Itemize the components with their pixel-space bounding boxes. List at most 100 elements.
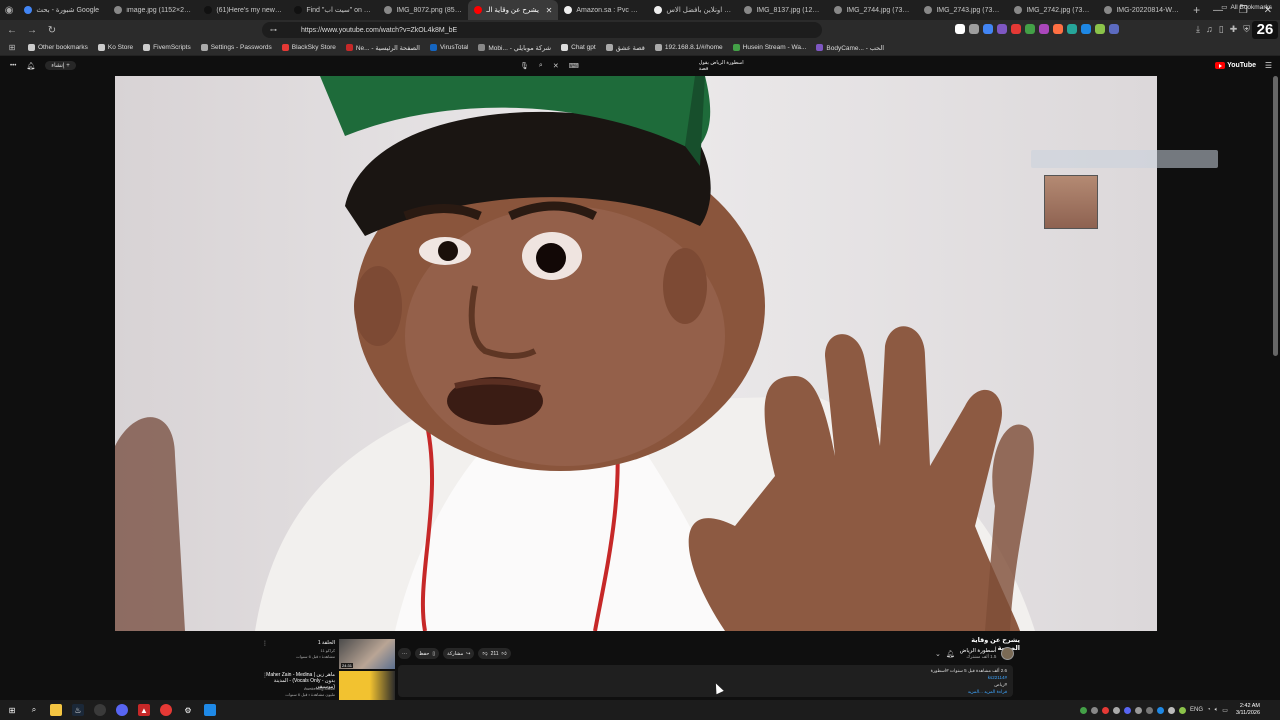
tab-search-icon[interactable]: ◉ [0,0,18,20]
tray-icon[interactable] [1124,706,1132,714]
extension-icon[interactable] [969,24,979,34]
channel-avatar[interactable] [1001,647,1015,660]
tray-icon[interactable] [1168,706,1176,714]
site-info-icon[interactable]: ⊶ [270,26,277,34]
apps-grid-icon[interactable]: ⊞ [6,43,18,52]
tray-icon[interactable] [1080,706,1088,714]
chevron-down-icon[interactable]: ⌄ [935,650,941,658]
download-icon[interactable]: ⤓ [1196,24,1200,35]
channel-name[interactable]: أسطورة الرياض [960,648,997,654]
extension-icon[interactable] [1095,24,1105,34]
bookmark-item[interactable]: Settings - Passwords [200,44,272,51]
language-indicator[interactable]: ENG [1190,707,1203,713]
steam-icon[interactable]: ♨ [72,704,84,716]
browser-tab[interactable]: اشتري اونلاين بأفضل الاس [648,0,738,20]
description-hashtag[interactable]: #ks22114 [988,675,1007,680]
search-input[interactable]: اسطورة الرياض يقول قصة [699,60,750,72]
clock[interactable]: 2:42 AM 3/11/2026 [1236,703,1260,717]
file-explorer-icon[interactable] [50,704,62,716]
new-tab-button[interactable]: + [1188,3,1205,17]
bookmark-item[interactable]: Other bookmarks [28,44,88,51]
bookmark-item[interactable]: Ko Store [97,44,133,51]
browser-tab[interactable]: IMG-20220814-WA073 [1098,0,1188,20]
bookmark-item[interactable]: VirusTotal [429,44,468,51]
mic-icon[interactable]: 🎙︎ [520,62,529,70]
extension-icon[interactable] [1109,24,1119,34]
browser-tab[interactable]: IMG_2743.jpg (736×981) [918,0,1008,20]
save-button[interactable]: حفظ ▯ [415,648,440,659]
browser-tab[interactable]: IMG_8137.jpg (1215×21 [738,0,828,20]
clear-search-icon[interactable]: ✕ [553,62,559,70]
more-actions-button[interactable]: ··· [398,648,411,659]
extension-icon[interactable] [1039,24,1049,34]
browser-tab[interactable]: IMG_2744.jpg (736×130 [828,0,918,20]
extension-icon[interactable] [1081,24,1091,34]
bookmark-item[interactable]: Chat gpt [561,44,596,51]
browser-tab[interactable]: image.jpg (1152×2048) [108,0,198,20]
bookmark-item[interactable]: Husein Stream - Wa... [732,44,806,51]
shield-icon[interactable]: ⛨ [1243,24,1250,35]
like-icon[interactable]: 👍︎ [502,651,507,657]
bookmark-item[interactable]: BodyCame... - الحب [816,44,884,52]
show-more-link[interactable]: قراءة المزيد ...المزيد [968,689,1007,695]
volume-icon[interactable]: 🔈︎ [1215,707,1219,714]
browser-tab[interactable]: شبورة - بحث Google [18,0,108,20]
like-dislike-button[interactable]: 👎︎ 211 👍︎ [478,648,511,659]
sidebar-icon[interactable]: ▯ [1219,24,1224,35]
wifi-icon[interactable]: ◔ [1207,707,1211,713]
browser-tab[interactable]: IMG_8072.png (855×56 [378,0,468,20]
bookmark-item[interactable]: قصة عشق [605,44,645,52]
reload-icon[interactable]: ↻ [46,25,58,36]
notifications-bell-icon[interactable]: 🔔︎ [26,62,35,70]
vscode-icon[interactable] [204,704,216,716]
discord-icon[interactable] [116,704,128,716]
profile-badge[interactable]: 26 [1252,21,1278,39]
extension-icon[interactable] [997,24,1007,34]
description-box[interactable]: 2.6 ألف مشاهدة قبل 5 سنوات #اسطورة #ks22… [398,665,1013,697]
back-icon[interactable]: ← [6,25,18,36]
extension-icon[interactable] [955,24,965,34]
browser-tab[interactable]: Find "سيت اب" on TikTok [288,0,378,20]
tray-icon[interactable] [1179,706,1187,714]
dislike-icon[interactable]: 👎︎ [482,651,487,657]
chrome-icon[interactable] [94,704,106,716]
extension-icon[interactable] [1025,24,1035,34]
browser-tab[interactable]: (61)Here's my new build [198,0,288,20]
tray-icon[interactable] [1135,706,1143,714]
hamburger-menu-icon[interactable]: ☰ [1265,61,1272,70]
extension-icon[interactable] [1011,24,1021,34]
windows-start-icon[interactable]: ⊞ [6,704,18,716]
page-scrollbar[interactable] [1273,76,1278,356]
recommended-video[interactable]: ⋮ الحلقة 1 كراكو 11 مشاهدة • قبل 6 سنوات… [262,639,395,669]
extension-icon[interactable] [1067,24,1077,34]
tray-icon[interactable] [1091,706,1099,714]
bookmark-item[interactable]: Mobi... - شركة موبايلي [478,44,551,52]
app-icon[interactable]: ▲ [138,704,150,716]
extension-icon[interactable] [1053,24,1063,34]
video-player[interactable] [115,76,1157,631]
search-icon[interactable]: ⌕ [28,704,40,716]
youtube-logo[interactable]: YouTube [1215,62,1256,69]
bookmark-item[interactable]: FivemScripts [143,44,191,51]
search-icon[interactable]: ⌕ [539,62,543,70]
tray-icon[interactable] [1113,706,1121,714]
settings-gear-icon[interactable]: ⚙ [182,704,194,716]
bookmark-item[interactable]: Ne... - الصفحة الرئيسية [345,44,420,52]
forward-icon[interactable]: → [26,25,38,36]
create-button[interactable]: إنشاء + [45,61,76,70]
subscribe-bell-icon[interactable]: 🔔︎ [946,650,955,658]
tray-icon[interactable] [1102,706,1110,714]
extensions-icon[interactable]: ✚ [1230,24,1238,35]
browser-tab[interactable]: Amazon.sa : Pvc wall pa [558,0,648,20]
avatar[interactable]: ••• [10,63,16,69]
bookmark-item[interactable]: BlackSky Store [281,44,336,51]
tray-icon[interactable] [1157,706,1165,714]
app-icon[interactable] [160,704,172,716]
all-bookmarks-button[interactable]: ▭ All Bookmarks [1221,3,1272,12]
media-icon[interactable]: ♫ [1206,24,1213,35]
bookmark-item[interactable]: 192.168.8.1/#/home [654,44,723,51]
browser-tab[interactable]: يشرح عن وقاية الـ ✕ [468,0,559,20]
battery-icon[interactable]: ▭ [1222,707,1228,714]
recommended-video[interactable]: ⋮ Maher Zain - Medina | ماهر زين - المدي… [262,671,395,701]
url-text[interactable]: https://www.youtube.com/watch?v=ZkOL4k8M… [301,27,457,34]
